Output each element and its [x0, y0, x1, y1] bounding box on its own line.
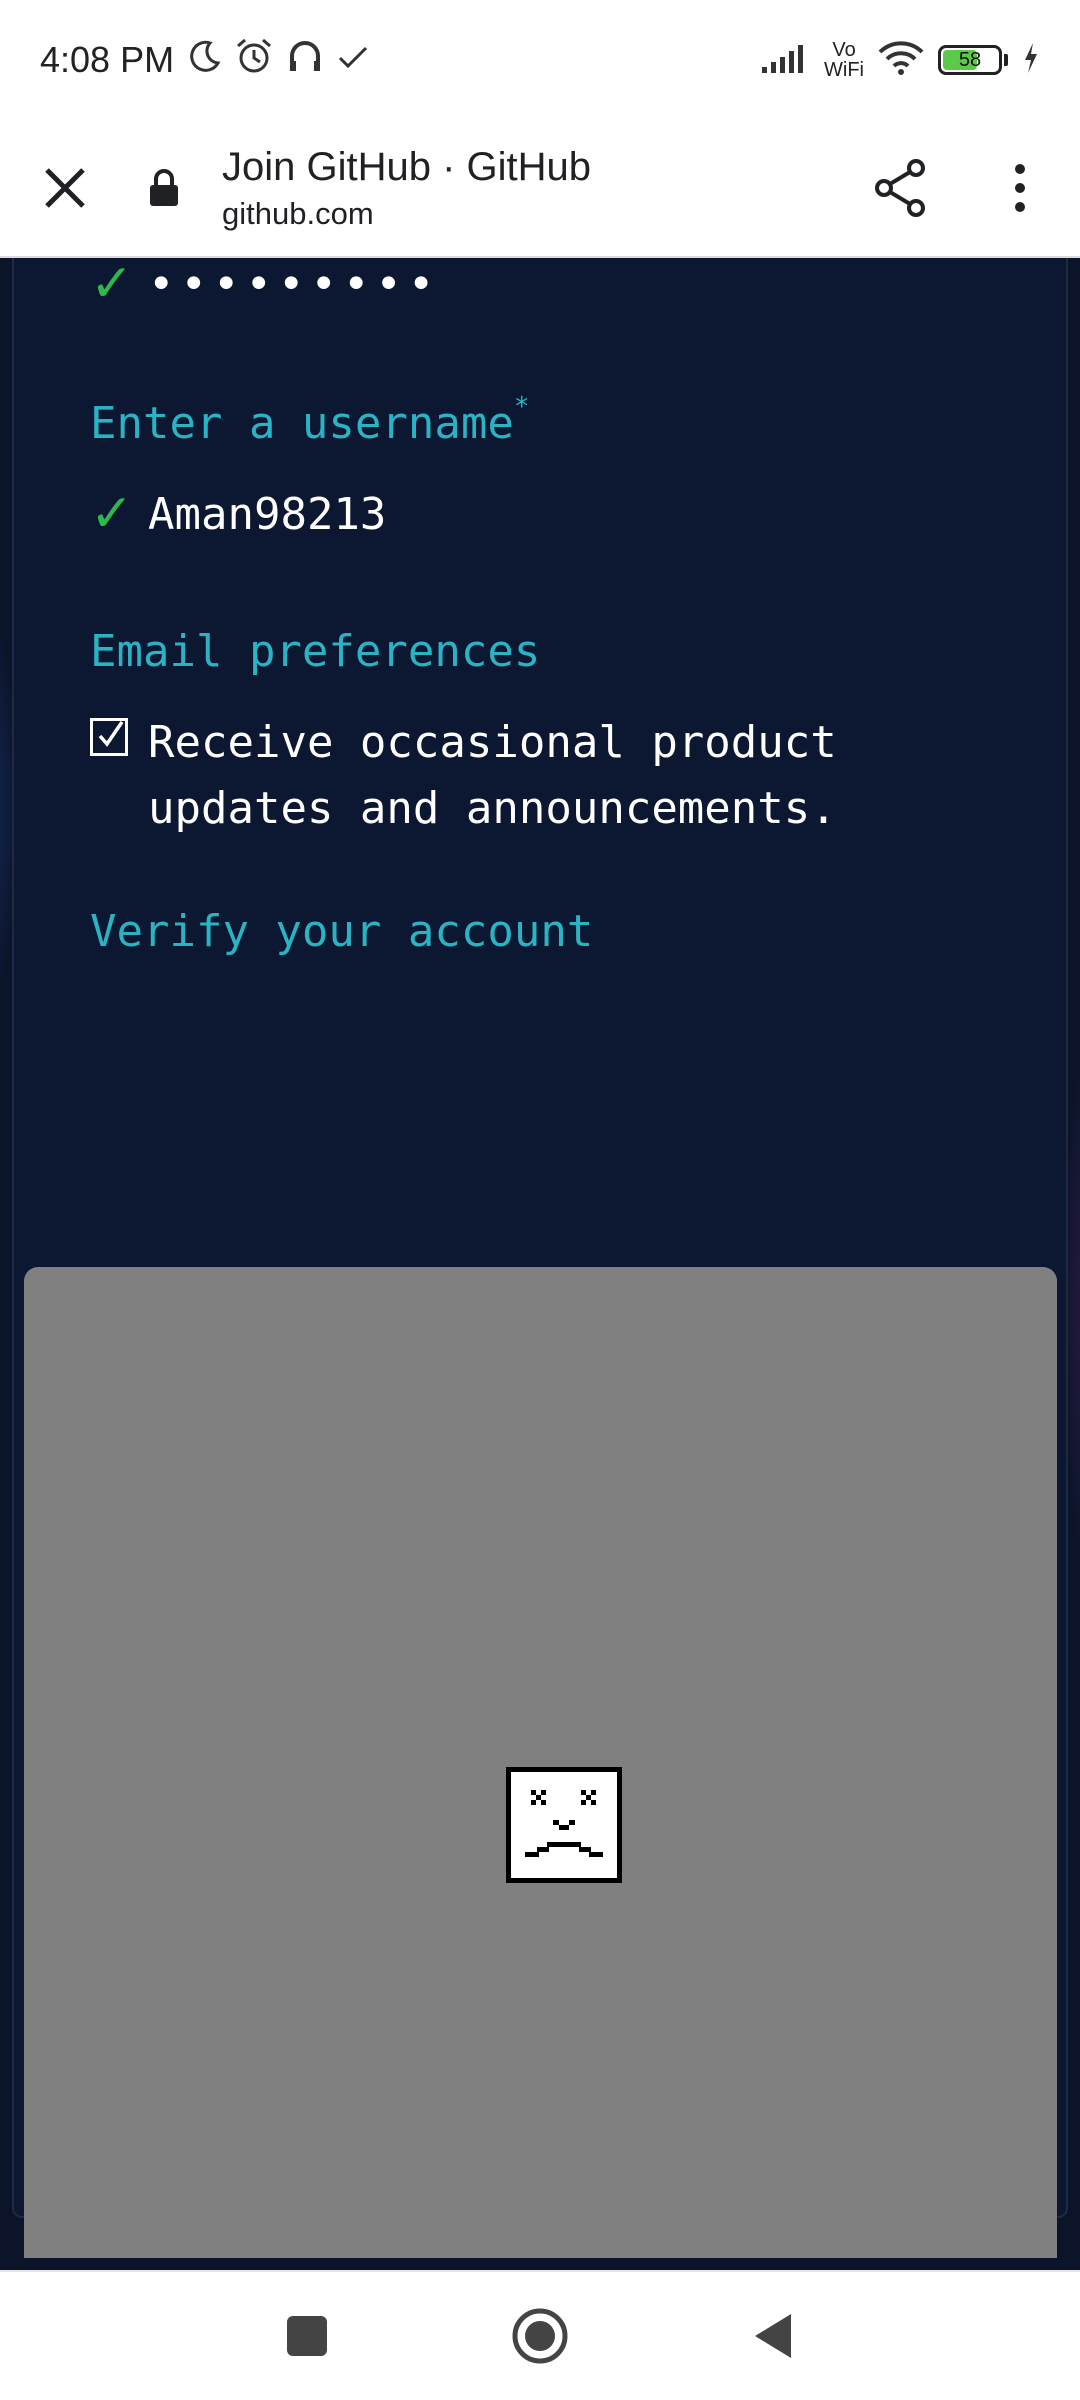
site-security-button[interactable] [124, 119, 204, 257]
close-icon [45, 168, 85, 208]
back-triangle-icon [755, 2314, 792, 2358]
username-value: Aman98213 [148, 488, 387, 540]
email-preferences-checkbox[interactable] [90, 718, 128, 756]
close-tab-button[interactable] [0, 119, 130, 257]
signal-icon [760, 41, 810, 80]
required-mark: * [513, 392, 530, 422]
username-label: Enter a username* [90, 392, 530, 449]
alarm-icon [234, 37, 274, 84]
check-icon [336, 39, 370, 81]
email-preferences-option[interactable]: Receive occasional product updates and a… [90, 710, 968, 842]
home-circle-icon [512, 2308, 568, 2364]
username-input[interactable]: ✓ Aman98213 [90, 484, 386, 544]
password-row[interactable]: ✓ ••••••••• [90, 258, 440, 310]
email-preferences-label: Email preferences [90, 626, 541, 677]
username-valid-check-icon: ✓ [90, 484, 134, 544]
wifi-icon [878, 40, 924, 81]
more-vert-icon [1015, 164, 1025, 212]
password-value: ••••••••• [148, 258, 441, 310]
system-navigation-bar [0, 2270, 1080, 2400]
status-time: 4:08 PM [40, 39, 175, 80]
web-content: ✓ ••••••••• Enter a username* ✓ Aman9821… [0, 258, 1080, 2258]
more-options-button[interactable] [960, 119, 1080, 257]
moon-icon [188, 39, 222, 82]
email-preferences-text: Receive occasional product updates and a… [148, 717, 837, 834]
vowifi-icon: Vo WiFi [824, 39, 864, 81]
charging-icon [1022, 42, 1040, 79]
status-bar: 4:08 PM Vo WiFi 58 [0, 0, 1080, 120]
password-valid-check-icon: ✓ [90, 258, 134, 314]
broken-frame-sad-face-icon [506, 1767, 622, 1883]
battery-level: 58 [958, 48, 982, 71]
page-info[interactable]: Join GitHub · GitHub github.com [204, 145, 840, 232]
square-icon [286, 2316, 327, 2356]
headphones-icon [286, 37, 324, 84]
page-url: github.com [222, 195, 374, 231]
share-button[interactable] [840, 119, 960, 257]
recent-apps-button[interactable] [267, 2296, 347, 2376]
home-button[interactable] [500, 2296, 580, 2376]
page-title: Join GitHub · GitHub [222, 144, 592, 189]
back-button[interactable] [733, 2296, 813, 2376]
battery-icon: 58 [938, 45, 1008, 75]
captcha-frame[interactable] [24, 1267, 1057, 2258]
lock-icon [150, 169, 178, 206]
share-icon [875, 159, 925, 217]
checkmark-icon [98, 721, 124, 747]
browser-toolbar: Join GitHub · GitHub github.com [0, 120, 1080, 258]
verify-account-label: Verify your account [90, 906, 594, 957]
